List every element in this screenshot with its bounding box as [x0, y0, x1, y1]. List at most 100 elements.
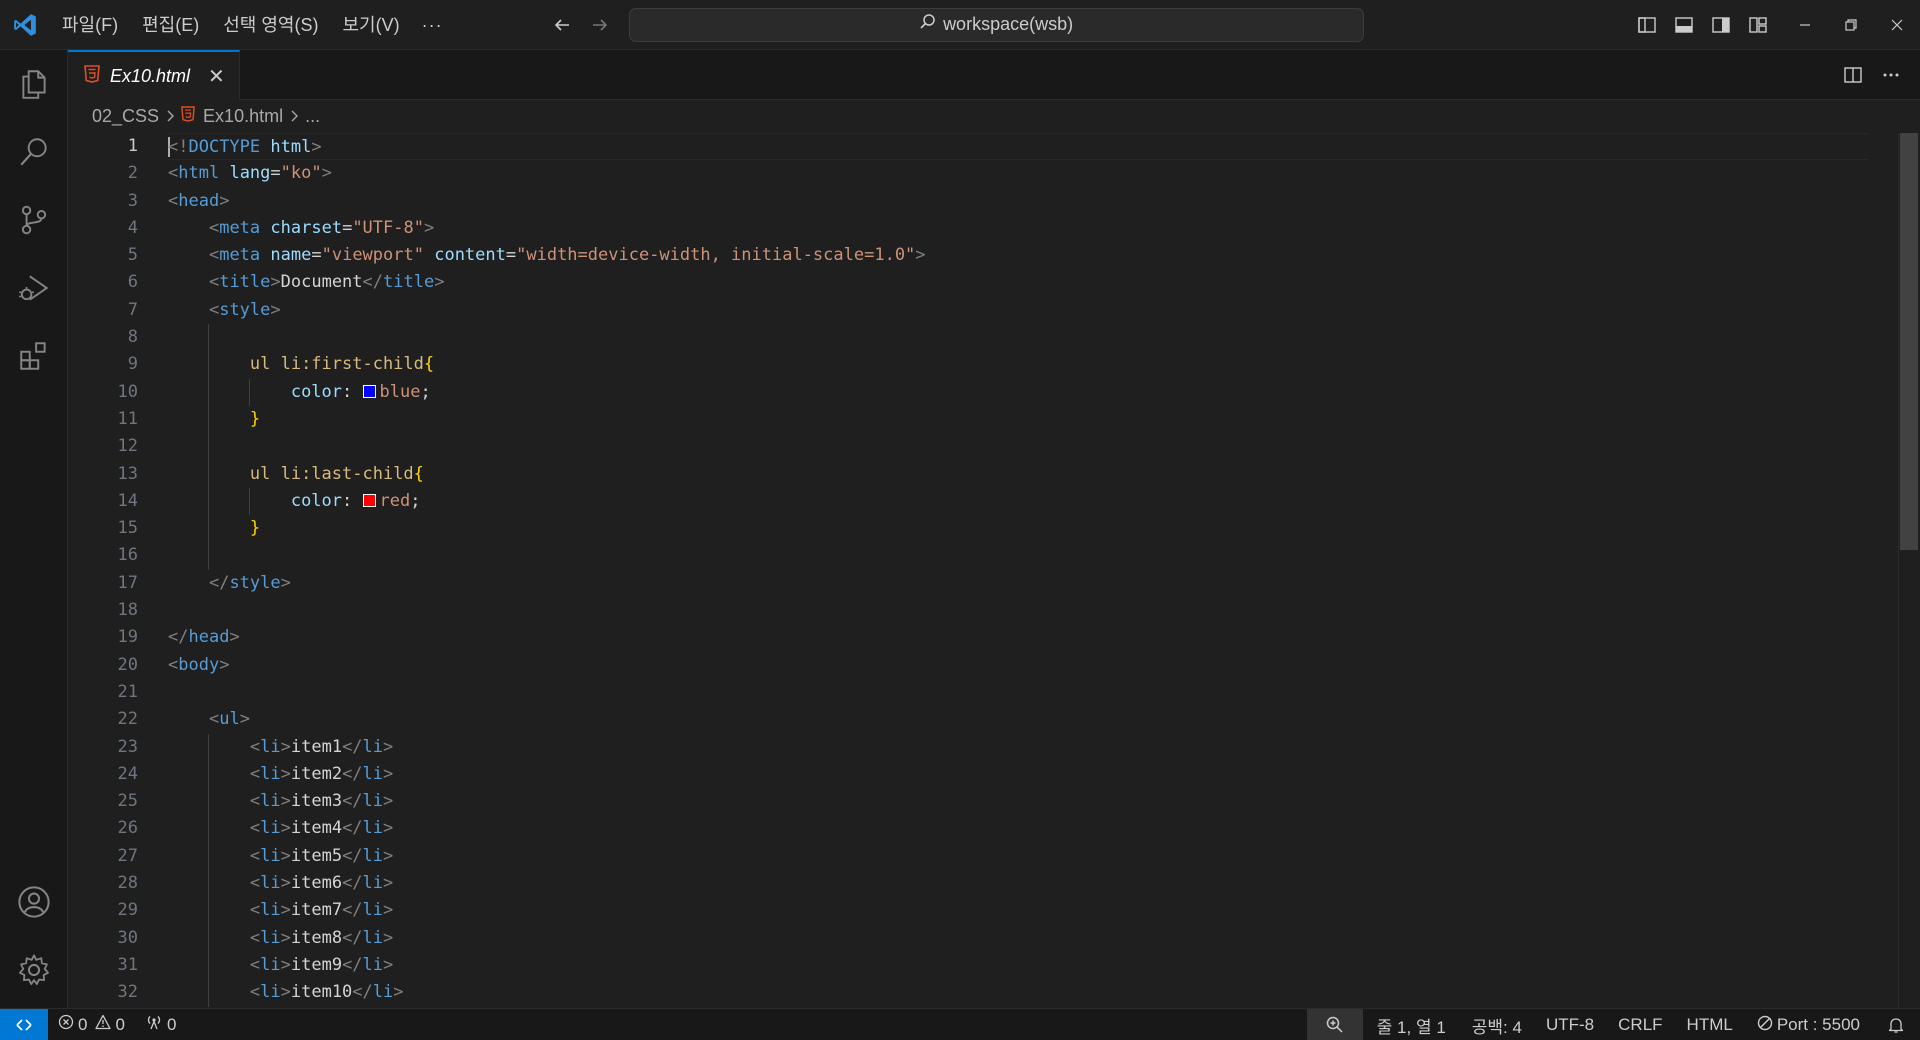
breadcrumb: 02_CSS Ex10.html ... — [68, 100, 1920, 133]
code-line: <title>Document</title> — [208, 272, 445, 293]
menu-selection[interactable]: 선택 영역(S) — [211, 9, 330, 41]
code-line: ul li:last-child{ — [168, 460, 1868, 488]
line-number: 26 — [117, 818, 138, 839]
code-line: ul li:first-child{ — [168, 351, 1868, 379]
code-line: <style> — [208, 299, 281, 320]
menu-edit[interactable]: 편집(E) — [130, 9, 211, 41]
problems-indicator[interactable]: 0 0 — [48, 1009, 135, 1040]
broadcast-icon — [145, 1014, 163, 1035]
code-line — [168, 542, 1868, 570]
code-line: <meta name="viewport" content="width=dev… — [208, 245, 926, 266]
tab-label: Ex10.html — [110, 65, 191, 86]
breadcrumb-folder[interactable]: 02_CSS — [92, 106, 159, 127]
line-number: 13 — [117, 463, 138, 484]
ports-indicator[interactable]: 0 — [135, 1009, 186, 1040]
back-arrow-icon[interactable] — [543, 9, 581, 41]
indentation[interactable]: 공백: 4 — [1460, 1009, 1534, 1040]
close-window-icon[interactable] — [1874, 0, 1920, 50]
line-number: 16 — [117, 545, 138, 566]
toggle-primary-sidebar-icon[interactable] — [1628, 0, 1665, 50]
scrollbar-thumb[interactable] — [1900, 133, 1918, 550]
toggle-panel-icon[interactable] — [1665, 0, 1702, 50]
toggle-secondary-sidebar-icon[interactable] — [1702, 0, 1739, 50]
breadcrumb-file[interactable]: Ex10.html — [203, 106, 283, 127]
end-of-line[interactable]: CRLF — [1606, 1009, 1674, 1040]
html5-file-icon — [84, 64, 100, 88]
ports-count: 0 — [166, 1014, 177, 1034]
code-line: <li>item10</li> — [168, 979, 1868, 1007]
line-number: 6 — [127, 272, 138, 293]
forward-arrow-icon[interactable] — [581, 9, 619, 41]
manage-gear-icon[interactable] — [0, 936, 68, 1004]
command-center-label: workspace(wsb) — [943, 14, 1074, 34]
navigation-arrows — [543, 9, 619, 41]
code-line: <li>item1</li> — [168, 733, 1868, 761]
line-number: 19 — [117, 627, 138, 648]
menu-more-button[interactable]: ··· — [412, 9, 453, 41]
close-tab-icon[interactable]: ✕ — [208, 64, 225, 89]
code-line: <li>item6</li> — [168, 870, 1868, 898]
bell-icon[interactable] — [1872, 1009, 1920, 1040]
code-line: <li>item5</li> — [168, 842, 1868, 871]
activity-bar — [0, 50, 68, 1008]
code-line: <ul> — [208, 709, 250, 730]
breadcrumb-symbols[interactable]: ... — [305, 106, 320, 127]
menu-file[interactable]: 파일(F) — [50, 9, 130, 41]
accounts-icon[interactable] — [0, 868, 68, 936]
more-actions-icon[interactable] — [1872, 50, 1910, 100]
command-center-search[interactable]: workspace(wsb) — [628, 7, 1364, 42]
line-number: 28 — [117, 873, 138, 894]
color-swatch-blue[interactable] — [362, 384, 376, 398]
error-icon — [58, 1014, 74, 1035]
code-line: </style> — [208, 572, 291, 593]
run-and-debug-icon[interactable] — [0, 254, 68, 322]
code-line: } — [168, 515, 1868, 543]
split-editor-icon[interactable] — [1834, 50, 1872, 100]
code-line: <li>item8</li> — [168, 924, 1868, 952]
menu-bar: 파일(F) 편집(E) 선택 영역(S) 보기(V) ··· — [50, 0, 453, 50]
line-number: 1 — [127, 136, 138, 156]
code-line: <li>item9</li> — [168, 951, 1868, 980]
line-number: 2 — [127, 163, 138, 184]
chevron-right-icon — [289, 106, 299, 127]
line-number: 30 — [117, 927, 138, 948]
restore-window-icon[interactable] — [1828, 0, 1874, 50]
line-number: 17 — [117, 572, 138, 593]
error-count: 0 — [78, 1014, 88, 1034]
vertical-scrollbar[interactable] — [1898, 133, 1920, 1008]
extensions-icon[interactable] — [0, 322, 68, 390]
status-bar-right: 줄 1, 열 1 공백: 4 UTF-8 CRLF HTML Port : 55… — [1306, 1009, 1920, 1040]
zoom-icon[interactable] — [1306, 1009, 1363, 1040]
cursor-position[interactable]: 줄 1, 열 1 — [1363, 1009, 1460, 1040]
code-line: } — [168, 405, 1868, 434]
code-editor[interactable]: 1 2 3 4 5 6 7 8 9 10 11 12 13 14 15 16 17 18 19 20 21 22 23 24 2… — [68, 133, 1920, 1008]
color-swatch-red[interactable] — [362, 493, 376, 507]
menu-view[interactable]: 보기(V) — [330, 9, 411, 41]
language-mode[interactable]: HTML — [1675, 1009, 1745, 1040]
remote-indicator-icon[interactable] — [0, 1008, 48, 1040]
vscode-logo-icon — [0, 0, 50, 50]
tab-ex10-html[interactable]: Ex10.html ✕ — [68, 50, 240, 100]
encoding[interactable]: UTF-8 — [1534, 1009, 1606, 1040]
search-view-icon[interactable] — [0, 118, 68, 186]
line-number: 7 — [127, 299, 138, 320]
code-line: color: red; — [168, 487, 1868, 516]
line-number: 15 — [117, 518, 138, 539]
search-icon — [919, 13, 937, 36]
code-lines[interactable]: <!DOCTYPE html> <html lang="ko"> <head> … — [168, 133, 1868, 1007]
line-number: 10 — [117, 381, 138, 402]
live-server-port[interactable]: Port : 5500 — [1745, 1009, 1872, 1040]
explorer-icon[interactable] — [0, 50, 68, 118]
line-number: 12 — [117, 436, 138, 457]
minimize-window-icon[interactable] — [1782, 0, 1828, 50]
line-number: 25 — [117, 791, 138, 812]
line-number: 9 — [127, 354, 138, 375]
status-bar: 0 0 0 줄 1, 열 1 공백: 4 UTF-8 CRLF HTML Por… — [0, 1008, 1920, 1040]
code-line — [168, 324, 1868, 352]
source-control-icon[interactable] — [0, 186, 68, 254]
line-number: 22 — [117, 709, 138, 730]
customize-layout-icon[interactable] — [1739, 0, 1776, 50]
code-line: <body> — [168, 654, 230, 675]
code-line: </head> — [168, 627, 240, 648]
code-line: <!DOCTYPE html> — [168, 133, 1868, 161]
